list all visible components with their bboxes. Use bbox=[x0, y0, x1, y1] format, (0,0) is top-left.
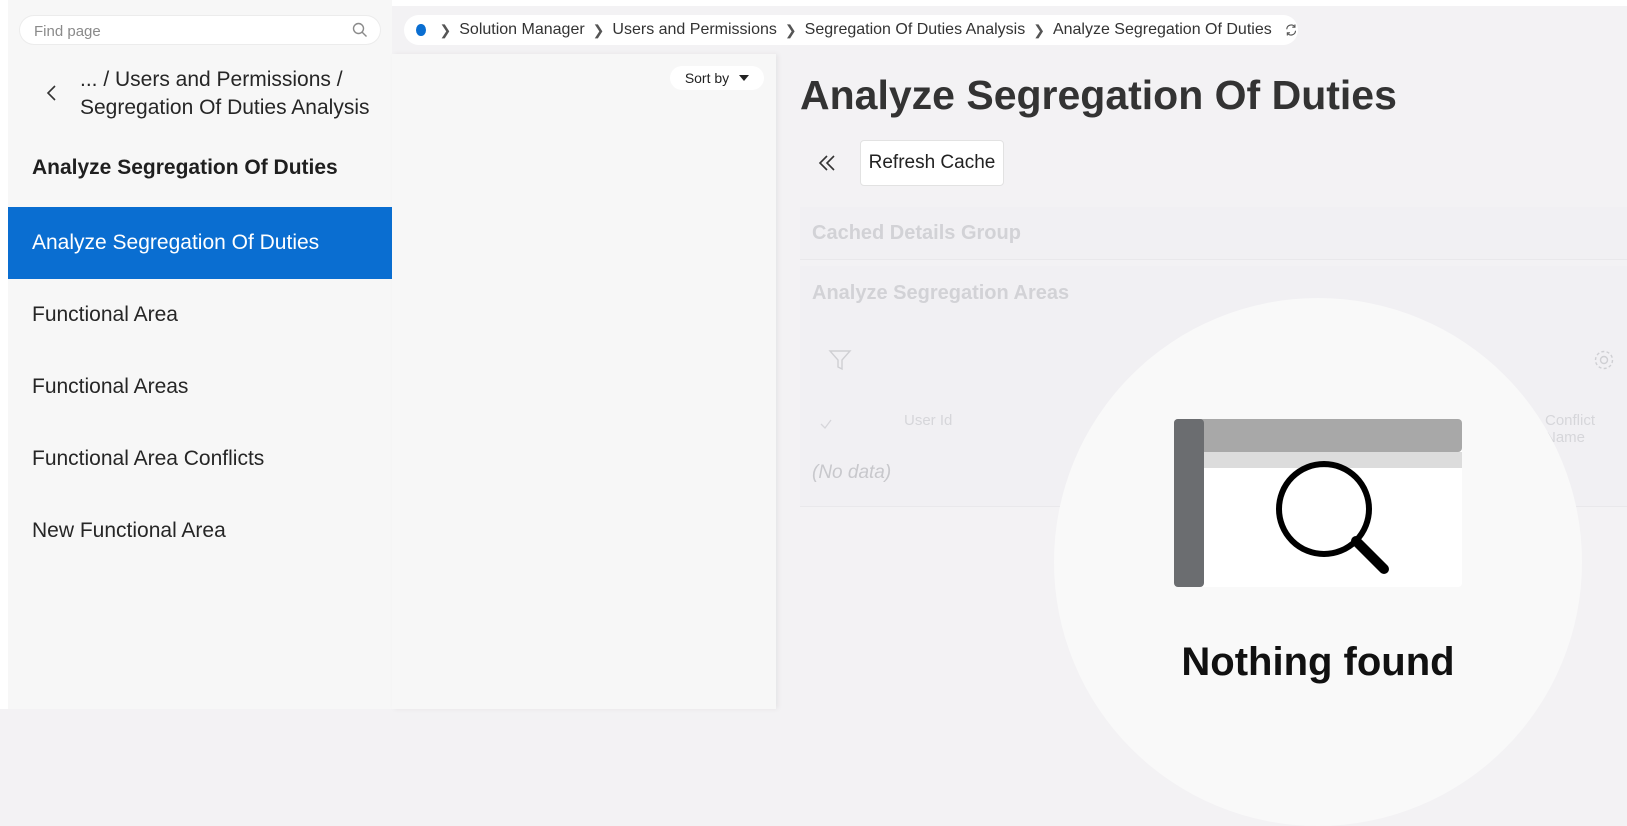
chevron-right-icon: ❯ bbox=[1033, 21, 1045, 38]
check-icon[interactable] bbox=[818, 416, 834, 432]
filter-icon[interactable] bbox=[828, 348, 852, 372]
sort-by-button[interactable]: Sort by bbox=[670, 66, 764, 90]
home-dot-icon[interactable] bbox=[416, 24, 426, 36]
breadcrumb-users-and-permissions[interactable]: Users and Permissions bbox=[612, 21, 777, 39]
top-bar-line bbox=[392, 0, 1627, 6]
refresh-cache-button[interactable]: Refresh Cache bbox=[860, 140, 1004, 186]
breadcrumb: ❯ Solution Manager ❯ Users and Permissio… bbox=[404, 15, 1298, 45]
sidebar-path-line2[interactable]: Segregation Of Duties Analysis bbox=[80, 94, 390, 122]
nothing-found-illustration-icon bbox=[1174, 419, 1462, 587]
column-user-id[interactable]: User Id bbox=[904, 412, 952, 429]
back-button[interactable] bbox=[30, 78, 74, 108]
sidebar-item-functional-areas[interactable]: Functional Areas bbox=[8, 351, 392, 423]
double-chevron-left-icon bbox=[818, 155, 835, 171]
analyze-segregation-areas-title: Analyze Segregation Areas bbox=[812, 282, 1070, 304]
sidebar-item-functional-area-conflicts[interactable]: Functional Area Conflicts bbox=[8, 423, 392, 495]
refresh-icon[interactable] bbox=[1284, 21, 1298, 39]
no-data-text: (No data) bbox=[812, 462, 892, 483]
sidebar: ... / Users and Permissions / Segregatio… bbox=[8, 0, 392, 709]
cached-details-group-title: Cached Details Group bbox=[812, 222, 1021, 244]
chevron-left-icon bbox=[46, 85, 56, 101]
sidebar-item-new-functional-area[interactable]: New Functional Area bbox=[8, 495, 392, 567]
search-icon[interactable] bbox=[352, 22, 368, 38]
sidebar-item-functional-area[interactable]: Functional Area bbox=[8, 279, 392, 351]
settings-gear-icon[interactable] bbox=[1592, 348, 1616, 372]
sidebar-nav-list: Analyze Segregation Of Duties Functional… bbox=[8, 207, 392, 567]
column-conflict-name[interactable]: Conflict Name bbox=[1545, 412, 1627, 446]
list-panel: Sort by bbox=[392, 54, 776, 709]
sidebar-section-title: Analyze Segregation Of Duties bbox=[32, 156, 338, 179]
breadcrumb-analyze-segregation[interactable]: Analyze Segregation Of Duties bbox=[1053, 21, 1272, 39]
sort-by-label: Sort by bbox=[684, 70, 730, 86]
chevron-right-icon: ❯ bbox=[592, 21, 605, 38]
caret-down-icon bbox=[739, 75, 750, 81]
chevron-right-icon: ❯ bbox=[784, 21, 797, 38]
sidebar-path-line1[interactable]: ... / Users and Permissions / bbox=[80, 66, 390, 94]
find-page-box[interactable] bbox=[20, 16, 380, 46]
collapse-panel-button[interactable] bbox=[812, 148, 842, 178]
chevron-right-icon: ❯ bbox=[439, 21, 452, 38]
nothing-found-text: Nothing found bbox=[1181, 640, 1455, 684]
sidebar-item-analyze-segregation-of-duties[interactable]: Analyze Segregation Of Duties bbox=[8, 207, 392, 279]
page-title: Analyze Segregation Of Duties bbox=[800, 72, 1397, 118]
find-page-input[interactable] bbox=[32, 16, 336, 46]
breadcrumb-solution-manager[interactable]: Solution Manager bbox=[459, 21, 584, 39]
sidebar-path: ... / Users and Permissions / Segregatio… bbox=[80, 66, 390, 122]
cached-details-group: Cached Details Group bbox=[800, 207, 1627, 260]
breadcrumb-segregation-analysis[interactable]: Segregation Of Duties Analysis bbox=[805, 21, 1026, 39]
